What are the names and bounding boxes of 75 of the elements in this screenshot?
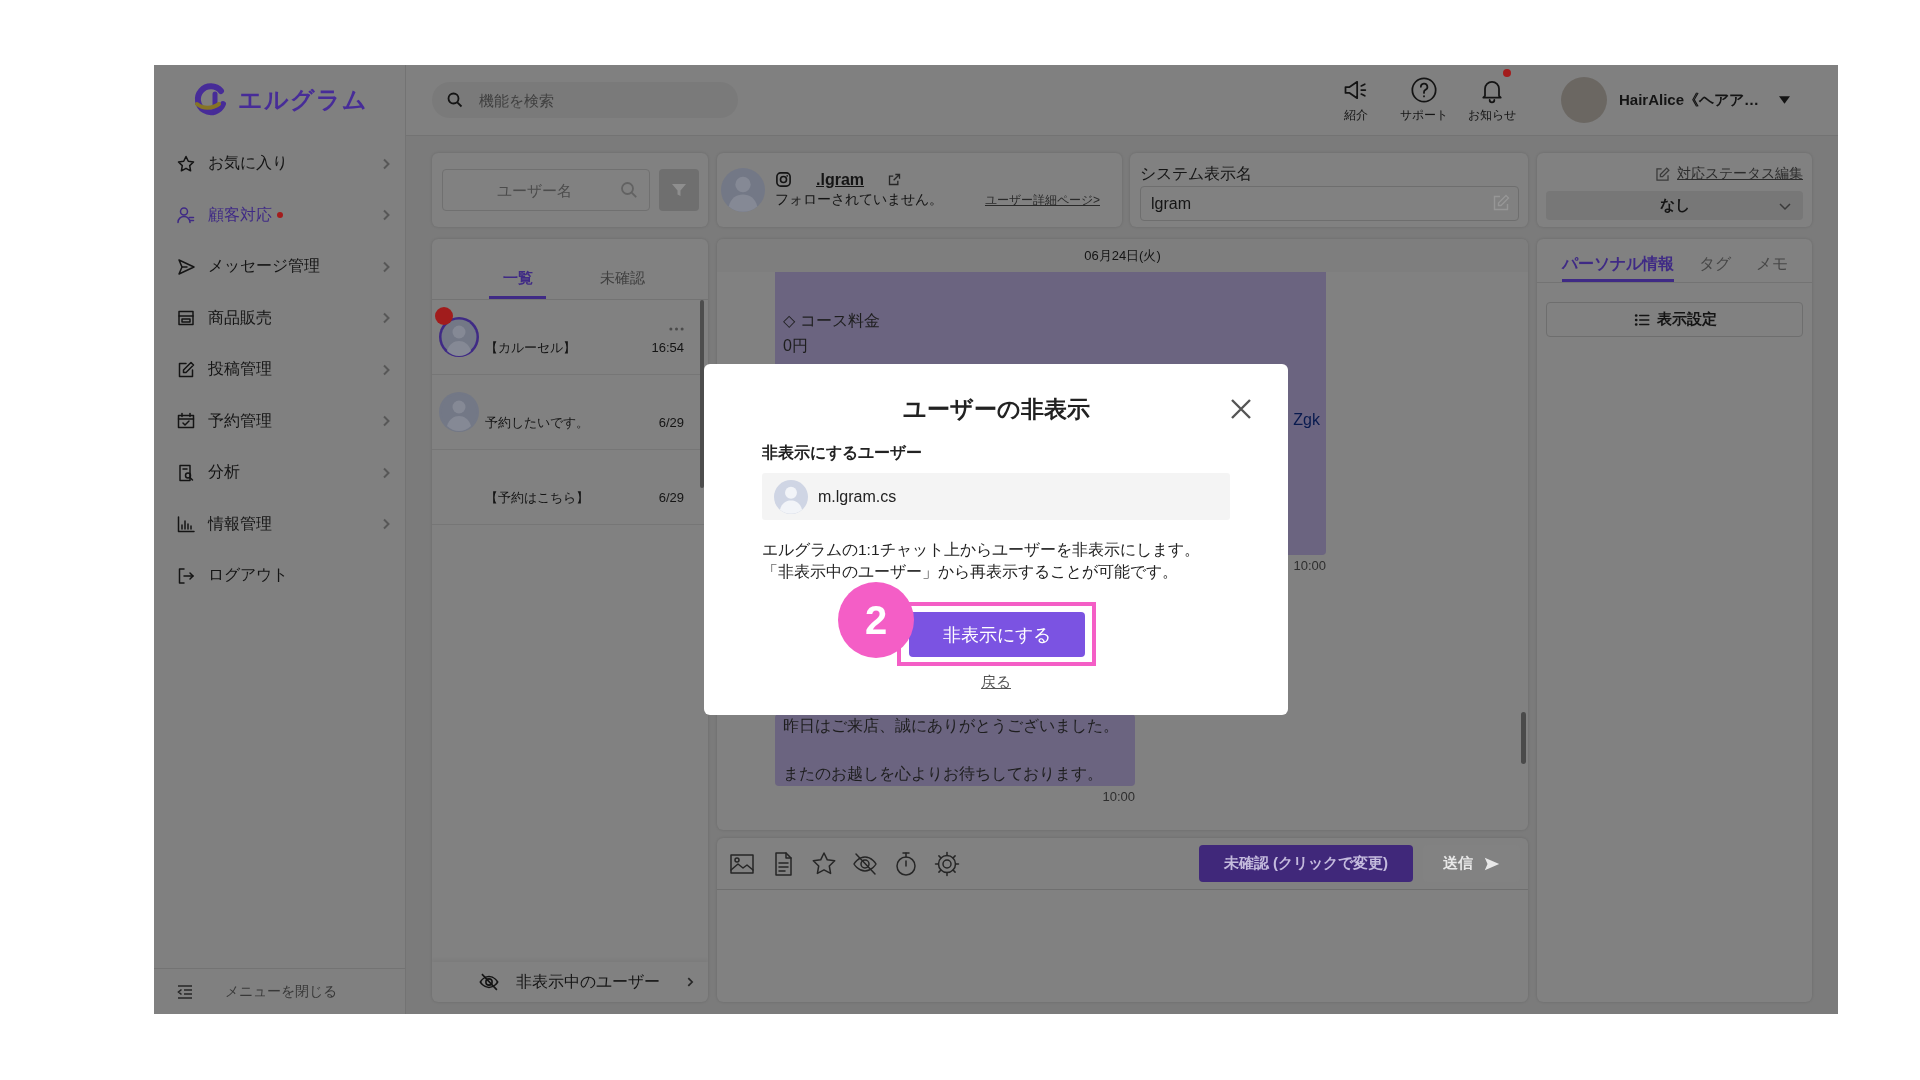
sidebar-item[interactable]: メッセージ管理 [154,241,405,293]
sidebar-item[interactable]: ログアウト [154,550,405,602]
sidebar-item[interactable]: 顧客対応 [154,189,405,241]
follow-status-text: フォローされていません。 [775,191,943,209]
person-icon [176,205,196,226]
notifications-button[interactable]: お知らせ [1462,69,1521,124]
message-time: 6/29 [658,414,684,432]
scrollbar-thumb[interactable] [1521,712,1526,764]
scrollbar-thumb[interactable] [700,300,704,488]
message-preview: 【カルーセル】 [485,339,576,357]
bar-chart-icon [176,514,196,535]
send-icon [176,256,196,277]
status-button[interactable]: 未確認 (クリックで変更) [1199,845,1413,882]
search-icon [447,92,463,108]
message-text: またのお越しを心よりお待ちしております。 [783,764,1104,784]
logo-text: エルグラム [238,85,368,115]
info-tab[interactable]: メモ [1756,239,1788,282]
edit-icon [176,359,196,380]
message-preview: 予約したいです。 [485,414,589,432]
help-icon [1409,76,1438,104]
account-name[interactable]: HairAlice《ヘアア… [1618,90,1759,110]
report-icon [176,462,196,483]
more-icon[interactable] [669,327,684,331]
date-label: 06月24日(火) [717,239,1528,272]
close-icon[interactable] [1229,397,1253,421]
sidebar-item[interactable]: お気に入り [154,138,405,190]
list-tab[interactable]: 未確認 [594,239,651,299]
message-text: 昨日はご来店、誠にありがとうございました。 [783,716,1119,736]
field-label: 非表示にするユーザー [762,443,923,463]
message-time: 16:54 [651,339,684,357]
hidden-users-link[interactable]: 非表示中のユーザー [432,962,708,1002]
step-callout: 2 [838,582,914,658]
message-link[interactable]: Zgk [1293,407,1320,432]
user-detail-link[interactable]: ユーザー詳細ページ> [985,191,1100,209]
avatar-icon [774,479,808,514]
search-icon [620,181,638,199]
info-tab[interactable]: タグ [1699,239,1731,282]
camera-icon [775,171,792,188]
logo-icon [193,82,229,118]
star-icon [176,153,196,174]
message-text: 0円 [783,336,809,356]
sidebar-item[interactable]: 分析 [154,447,405,499]
message-preview: 【予約はこちら】 [485,489,589,507]
sidebar-item[interactable]: 情報管理 [154,498,405,550]
back-link[interactable]: 戻る [981,672,1011,692]
avatar-photo [1560,77,1607,123]
logout-icon [176,565,196,586]
username-link[interactable]: .lgram [816,170,864,189]
display-name-field[interactable]: lgram [1140,186,1519,221]
message-time: 6/29 [658,489,684,507]
sidebar-item[interactable]: 投稿管理 [154,344,405,396]
hide-button[interactable]: 非表示にする [908,612,1085,657]
message-time: 10:00 [1293,557,1326,575]
edit-status-link[interactable]: 対応ステータス編集 [1677,165,1803,183]
field-label: システム表示名 [1140,164,1253,184]
description-text: エルグラムの1:1チャット上からユーザーを非表示にします。 「非表示中のユーザー」から再表示することが可能です。 [762,540,1201,582]
settings-icon[interactable] [933,849,961,878]
eye-slash-icon [478,971,500,993]
intro-button[interactable]: 紹介 [1326,69,1385,124]
sidebar-item[interactable]: 予約管理 [154,395,405,447]
info-tab[interactable]: パーソナル情報 [1562,239,1674,282]
search-field[interactable]: 機能を検索 [432,82,738,118]
message-text: ◇ コース料金 [783,311,881,331]
display-settings-button[interactable]: 表示設定 [1546,302,1803,337]
collapse-menu-button[interactable]: メニューを閉じる [154,968,405,1014]
username-text: m.lgram.cs [818,487,897,506]
edit-icon[interactable] [1654,165,1671,183]
list-tab[interactable]: 一覧 [489,239,546,299]
sidebar-item[interactable]: 商品販売 [154,292,405,344]
support-button[interactable]: サポート [1394,69,1453,124]
status-dropdown[interactable]: なし [1546,191,1803,220]
message-time: 10:00 [1102,788,1135,806]
caret-icon[interactable] [1779,96,1790,104]
external-link-icon[interactable] [887,172,902,187]
dialog-title: ユーザーの非表示 [901,395,1091,424]
